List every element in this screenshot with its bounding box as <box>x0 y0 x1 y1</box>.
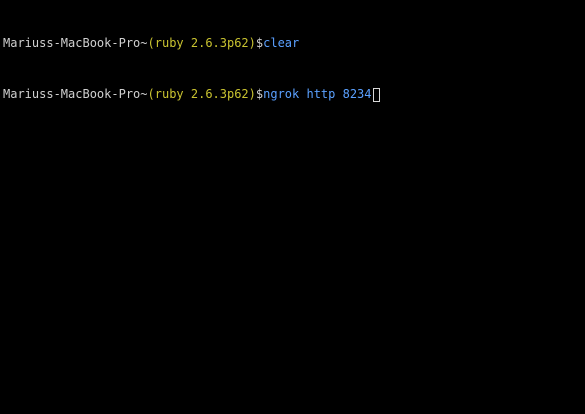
terminal-line: Mariuss-MacBook-Pro ~ (ruby 2.6.3p62) $ … <box>3 35 585 52</box>
prompt-symbol: $ <box>255 87 264 101</box>
ruby-env-indicator: (ruby 2.6.3p62) <box>147 87 256 101</box>
terminal-line-active[interactable]: Mariuss-MacBook-Pro ~ (ruby 2.6.3p62) $ … <box>3 86 585 103</box>
terminal-window[interactable]: Mariuss-MacBook-Pro ~ (ruby 2.6.3p62) $ … <box>0 0 585 414</box>
current-directory: ~ <box>140 87 148 101</box>
command-input[interactable]: ngrok http 8234 <box>263 86 371 103</box>
current-directory: ~ <box>140 36 148 50</box>
text-cursor <box>372 87 380 102</box>
hostname: Mariuss-MacBook-Pro <box>3 36 141 50</box>
ruby-env-indicator: (ruby 2.6.3p62) <box>147 36 256 50</box>
command-text: clear <box>263 36 300 50</box>
prompt-symbol: $ <box>255 36 264 50</box>
hostname: Mariuss-MacBook-Pro <box>3 87 141 101</box>
